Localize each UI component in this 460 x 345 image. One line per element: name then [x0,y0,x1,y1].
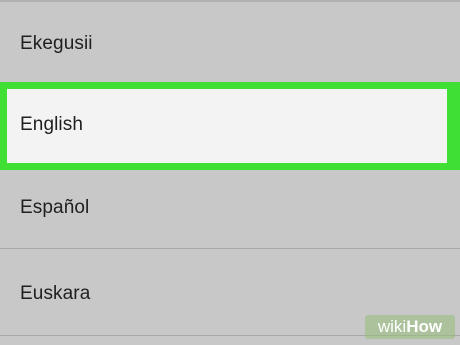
language-label: Ekegusii [20,33,93,54]
language-item-ekegusii[interactable]: Ekegusii [0,2,460,82]
watermark-suffix: How [406,317,443,336]
language-list-screen: Ekegusii English Español Euskara wikiHow [0,0,460,345]
language-item-english-highlight: English [0,82,460,170]
language-label: English [20,114,84,135]
language-label: Euskara [20,283,91,304]
watermark-prefix: wiki [377,317,407,336]
language-item-espanol[interactable]: Español [0,170,460,248]
language-item-english[interactable]: English [7,89,447,163]
language-label: Español [20,197,90,218]
wikihow-watermark: wikiHow [365,315,455,339]
